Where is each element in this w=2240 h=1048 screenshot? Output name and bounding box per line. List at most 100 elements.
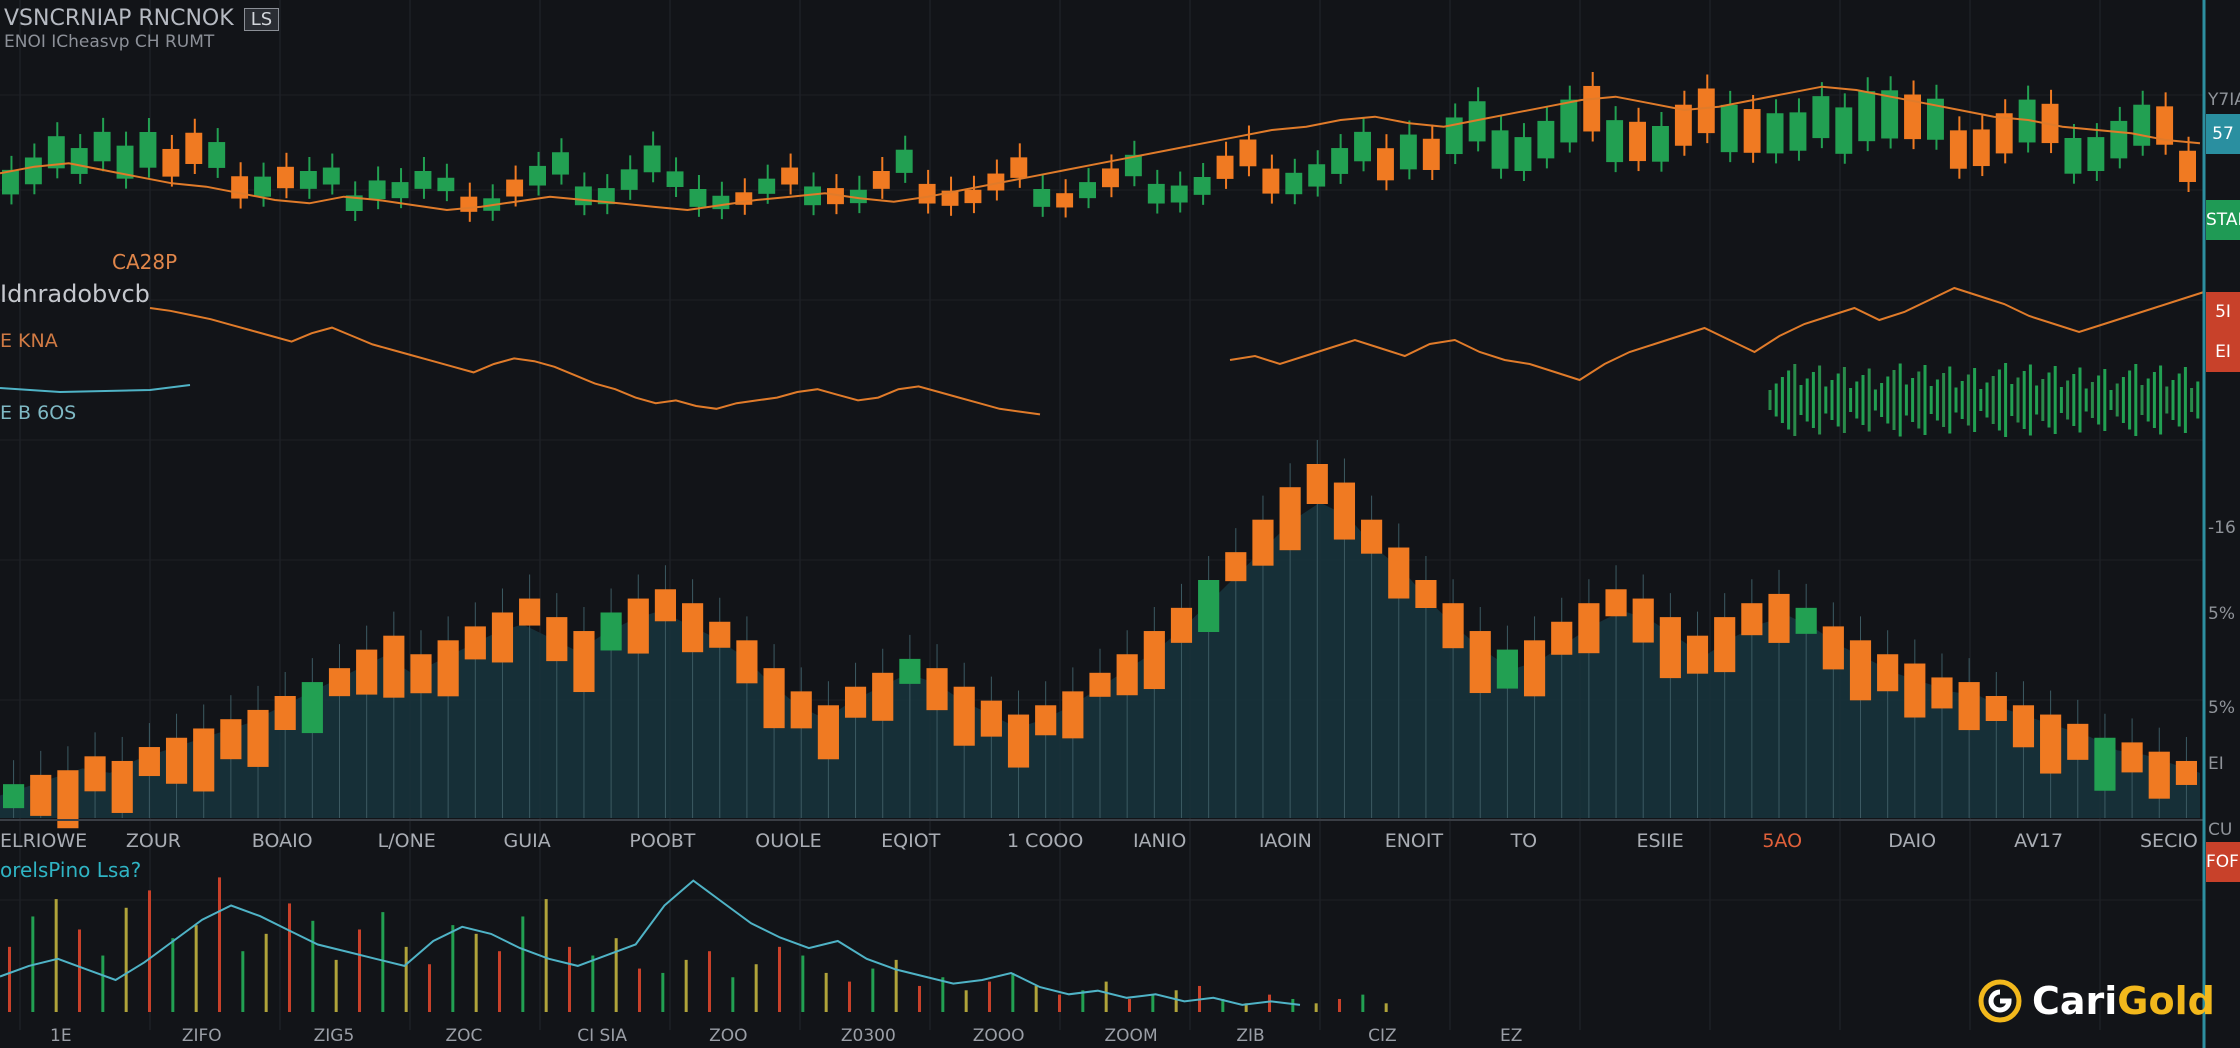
volume-candle	[1170, 607, 1193, 643]
volume-candle	[2040, 714, 2062, 774]
volume-candle	[1496, 649, 1518, 689]
price-bar	[1697, 88, 1715, 134]
right-axis-label: 5%	[2208, 698, 2235, 718]
volume-candle	[2067, 723, 2089, 760]
x-tick-label: POOBT	[629, 830, 696, 852]
price-bar	[1812, 96, 1830, 139]
volume-candle	[709, 621, 731, 648]
sub-bar	[264, 933, 268, 1012]
sub-bar	[334, 959, 338, 1012]
price-bar	[1262, 168, 1280, 194]
volume-candle	[654, 589, 677, 622]
volume-candle	[1904, 663, 1926, 718]
brand-logo: CariGold	[1978, 978, 2215, 1024]
oscillator-label: E B 6OS	[0, 402, 77, 424]
sub-bar	[848, 981, 851, 1012]
sub-bar	[661, 972, 665, 1012]
right-axis-label: 5I	[2206, 292, 2240, 332]
right-axis-label: EI	[2208, 754, 2224, 774]
bottom-tick-label: ZIFO	[181, 1026, 222, 1046]
volume-candle	[2094, 737, 2116, 791]
volume-candle	[953, 686, 975, 746]
price-bar	[1606, 120, 1624, 163]
sub-bar	[1268, 994, 1271, 1012]
price-bar	[1170, 185, 1188, 203]
volume-candle	[220, 719, 242, 760]
bottom-tick-label: ZIG5	[313, 1026, 355, 1046]
sub-bar	[1174, 990, 1178, 1012]
sub-bar	[358, 929, 361, 1012]
price-bar	[1422, 138, 1440, 170]
sub-bar	[568, 946, 571, 1012]
sub-bar	[754, 964, 758, 1012]
price-bar	[1147, 183, 1165, 204]
volume-candle	[328, 668, 351, 697]
price-bar	[391, 182, 409, 199]
sub-bar	[1058, 994, 1061, 1012]
x-tick-label: BOAIO	[251, 830, 313, 852]
price-bar	[2133, 104, 2151, 146]
price-bar	[872, 171, 890, 189]
bottom-tick-label: ZOOM	[1104, 1026, 1158, 1046]
price-bar	[1377, 148, 1394, 181]
price-bar	[1239, 139, 1257, 167]
price-bar	[620, 169, 638, 190]
volume-candle	[1551, 621, 1573, 655]
sub-bar	[638, 968, 641, 1012]
volume-candle	[627, 598, 649, 654]
right-axis-label: CU	[2208, 820, 2233, 840]
volume-candle	[1849, 640, 1872, 701]
price-bar	[299, 171, 317, 189]
bottom-tick-label: 1E	[50, 1026, 72, 1046]
volume-candle	[1143, 631, 1165, 690]
sub-bar	[871, 968, 875, 1012]
volume-candle	[491, 612, 514, 663]
price-bar	[185, 132, 203, 164]
volume-candle	[464, 626, 486, 660]
x-tick-label: OUOLE	[755, 830, 822, 852]
price-bar	[506, 179, 524, 197]
x-tick-label: ELRIOWE	[0, 830, 88, 852]
sub-bar	[708, 951, 711, 1012]
volume-candle	[356, 649, 378, 695]
x-tick-label: ESIIE	[1636, 830, 1684, 852]
price-bar	[895, 149, 913, 173]
x-tick-label: SECIO	[2140, 830, 2198, 852]
price-bar	[1102, 168, 1119, 188]
price-bar	[2087, 137, 2105, 172]
sub-bar	[1104, 981, 1108, 1012]
bottom-tick-label: CIZ	[1368, 1026, 1397, 1046]
sub-bar	[194, 925, 198, 1012]
volume-candle	[193, 728, 215, 792]
volume-candle	[1768, 593, 1790, 643]
sub-bar	[731, 977, 735, 1012]
bottom-tick-label: ZOOO	[972, 1026, 1025, 1046]
sub-bar	[988, 981, 991, 1012]
price-bar	[1949, 130, 1967, 169]
volume-candle	[1333, 482, 1356, 540]
sub-bar	[1011, 972, 1015, 1012]
price-bar	[1766, 113, 1784, 154]
price-tag-label: CA28P	[112, 250, 178, 274]
price-bar	[1354, 131, 1371, 162]
volume-candle	[111, 760, 133, 813]
volume-candle	[1388, 547, 1410, 599]
volume-candle	[437, 640, 459, 697]
volume-label: E KNA	[0, 330, 58, 352]
sub-bar	[54, 899, 58, 1012]
sub-bar	[824, 972, 828, 1012]
price-bar	[1972, 129, 1990, 167]
x-tick-label: IANIO	[1132, 830, 1187, 852]
volume-candle	[1931, 677, 1953, 709]
sub-bar	[544, 899, 548, 1012]
x-tick-label: 5AO	[1762, 830, 1803, 852]
price-bar	[643, 145, 661, 173]
volume-candle	[1361, 519, 1383, 554]
price-bar	[1308, 164, 1326, 187]
volume-candle	[1632, 598, 1654, 643]
sub-bar	[78, 929, 81, 1012]
price-bar	[1079, 182, 1096, 199]
indicator-label: Idnradobvcb	[0, 280, 150, 308]
volume-candle	[1578, 603, 1600, 654]
sub-bar	[381, 912, 385, 1012]
